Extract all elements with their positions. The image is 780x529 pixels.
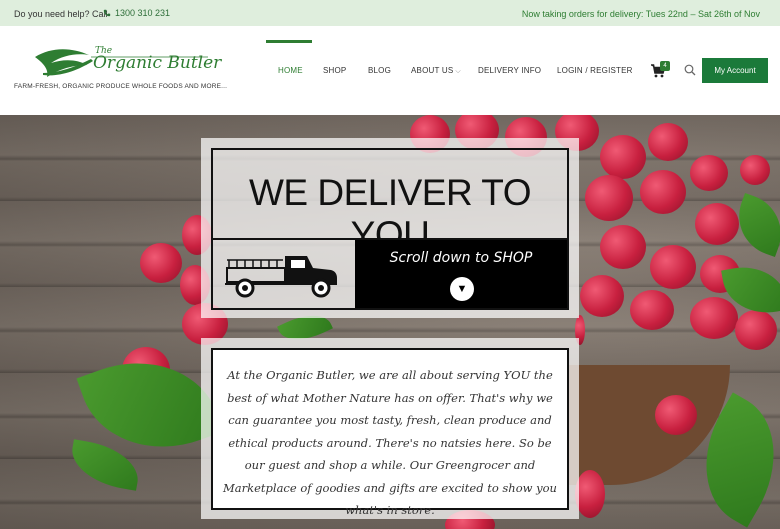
arrow-down-icon: ▼	[456, 283, 468, 295]
chevron-down-icon: ⌵	[455, 68, 461, 75]
delivery-panel: WE DELIVER TO YOU Scroll down to SHOP ▼	[201, 138, 579, 318]
delivery-panel-frame: WE DELIVER TO YOU Scroll down to SHOP ▼	[211, 148, 569, 310]
nav-blog[interactable]: BLOG	[368, 66, 391, 75]
nav-login-register[interactable]: LOGIN / REGISTER	[557, 66, 633, 75]
about-panel: At the Organic Butler, we are all about …	[201, 338, 579, 519]
nav-about-us-label: ABOUT US	[411, 66, 454, 75]
nav-delivery-info[interactable]: DELIVERY INFO	[478, 66, 541, 75]
phone-icon	[103, 9, 111, 17]
phone-link[interactable]: 1300 310 231	[103, 8, 170, 18]
top-info-bar: Do you need help? Call 1300 310 231 Now …	[0, 0, 780, 26]
cart-count-badge: 4	[660, 61, 670, 71]
nav-home[interactable]: HOME	[278, 66, 303, 75]
help-text: Do you need help? Call	[14, 9, 108, 19]
truck-icon	[225, 256, 337, 298]
search-icon[interactable]	[684, 64, 696, 76]
scroll-down-button[interactable]: ▼	[450, 277, 474, 301]
active-nav-indicator	[266, 40, 312, 43]
about-panel-frame: At the Organic Butler, we are all about …	[211, 348, 569, 517]
phone-number: 1300 310 231	[115, 8, 171, 18]
truck-box	[213, 240, 355, 308]
brand-name[interactable]: Organic Butler	[93, 53, 221, 73]
scroll-to-shop-box[interactable]: Scroll down to SHOP ▼	[355, 240, 567, 308]
my-account-button[interactable]: My Account	[702, 58, 768, 83]
nav-shop[interactable]: SHOP	[323, 66, 346, 75]
scroll-to-shop-label: Scroll down to SHOP	[389, 250, 533, 266]
site-header: The Organic Butler FARM-FRESH, ORGANIC P…	[0, 26, 780, 115]
about-paragraph: At the Organic Butler, we are all about …	[223, 368, 557, 517]
delivery-notice: Now taking orders for delivery: Tues 22n…	[521, 9, 760, 19]
nav-about-us[interactable]: ABOUT US ⌵	[411, 66, 461, 76]
brand-tagline: FARM-FRESH, ORGANIC PRODUCE WHOLE FOODS …	[14, 83, 228, 90]
